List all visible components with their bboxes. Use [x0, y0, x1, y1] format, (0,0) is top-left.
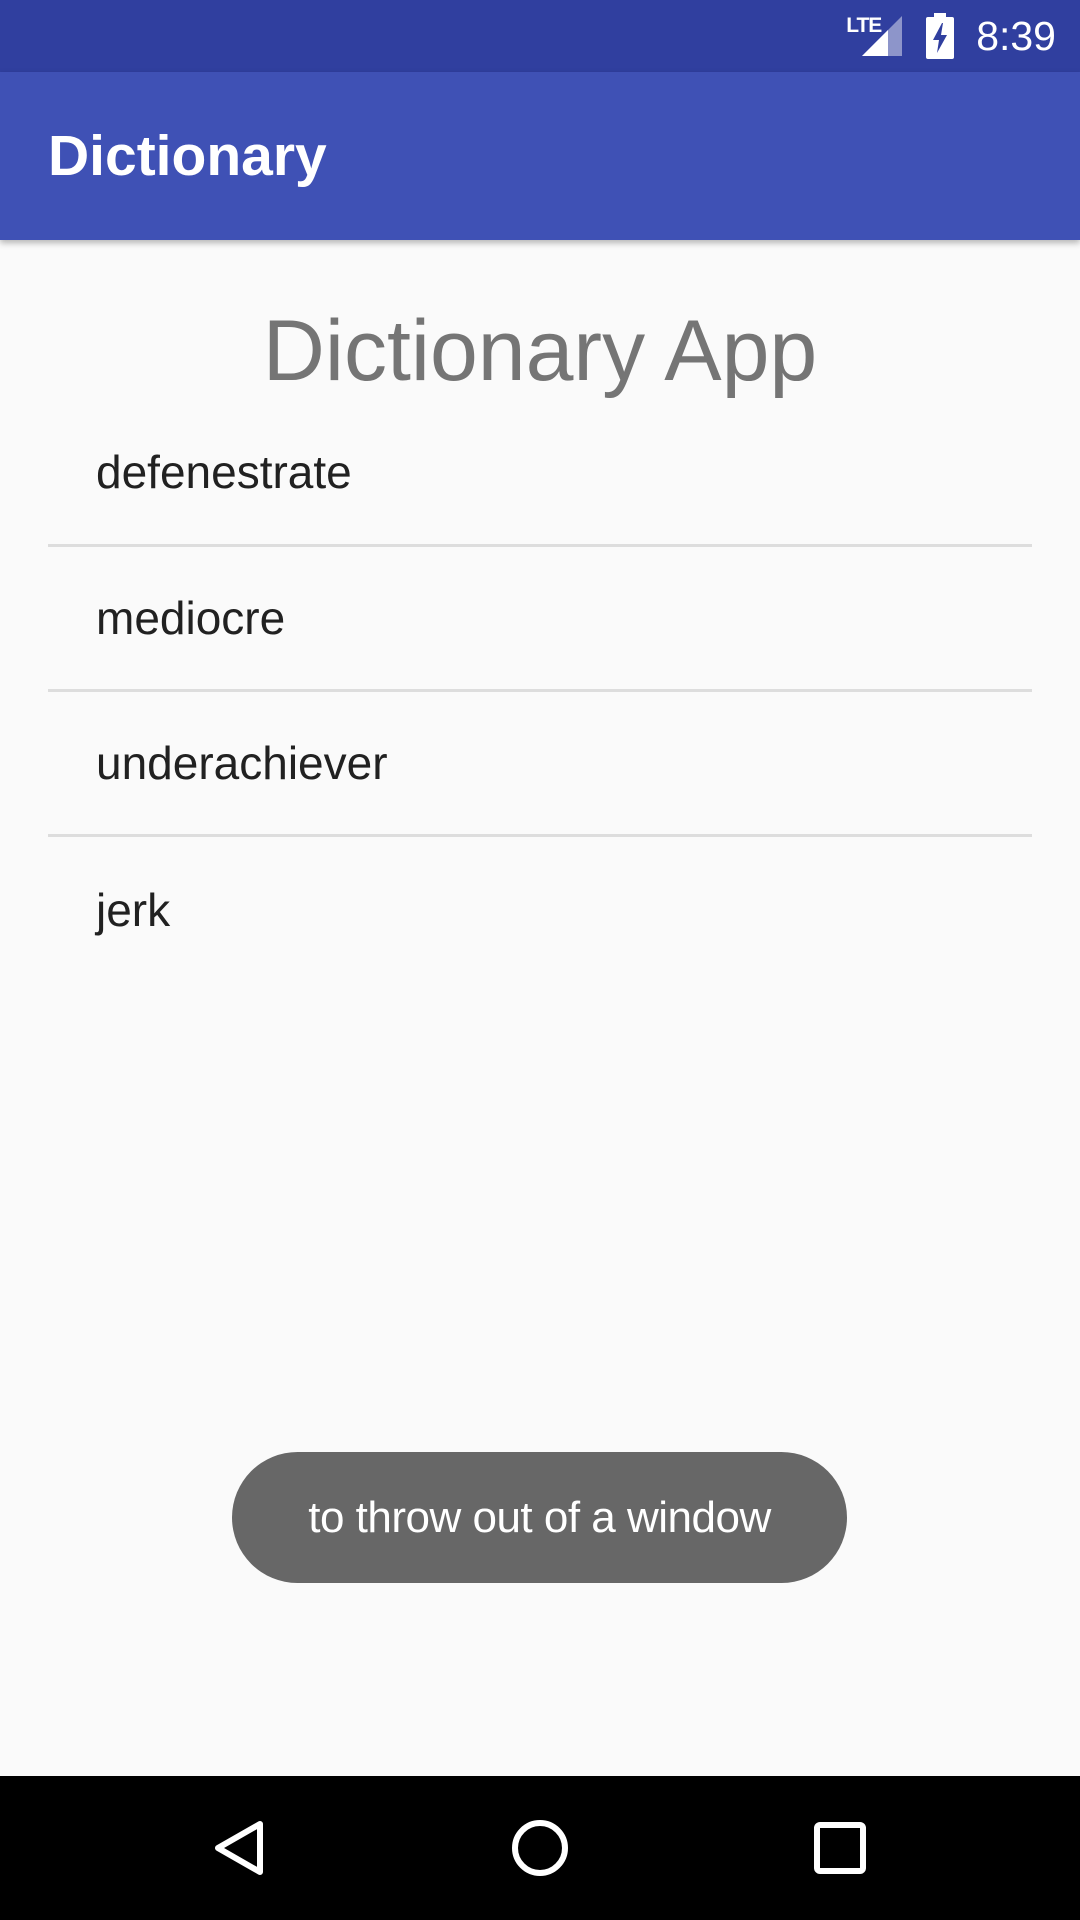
toast-message: to throw out of a window: [232, 1452, 847, 1583]
home-button[interactable]: [468, 1776, 612, 1920]
recents-button[interactable]: [768, 1776, 912, 1920]
network-type-label: LTE: [846, 14, 882, 37]
battery-charging-icon: [926, 13, 955, 59]
recents-icon: [814, 1822, 866, 1874]
home-icon: [512, 1820, 568, 1876]
navigation-bar: [0, 1776, 1080, 1920]
list-item-jerk[interactable]: jerk: [48, 837, 1032, 982]
list-item-defenestrate[interactable]: defenestrate: [48, 400, 1032, 547]
lte-signal-icon: LTE: [844, 12, 904, 60]
back-icon: [215, 1821, 263, 1875]
status-bar: LTE 8:39: [0, 0, 1080, 72]
app-bar: Dictionary: [0, 72, 1080, 240]
clock: 8:39: [976, 13, 1056, 59]
list-item-underachiever[interactable]: underachiever: [48, 692, 1032, 837]
page-heading: Dictionary App: [262, 303, 818, 399]
back-button[interactable]: [168, 1776, 312, 1920]
app-bar-title: Dictionary: [48, 124, 327, 188]
list-item-mediocre[interactable]: mediocre: [48, 547, 1032, 692]
status-icons: LTE 8:39: [844, 0, 1056, 72]
word-list: defenestrate mediocre underachiever jerk: [48, 400, 1032, 982]
